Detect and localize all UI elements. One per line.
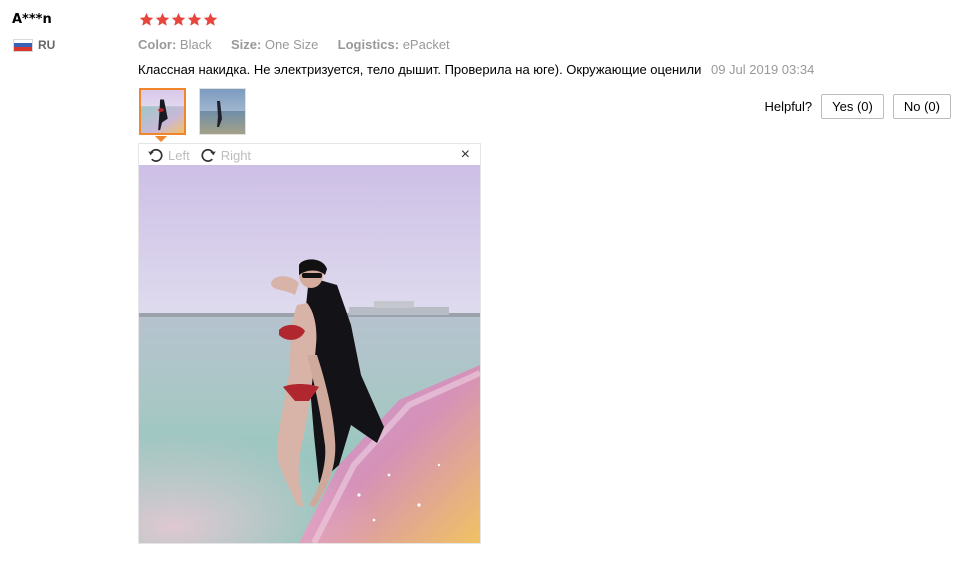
- color-value: Black: [179, 37, 212, 52]
- helpful-yes-button[interactable]: Yes (0): [821, 94, 884, 119]
- close-icon[interactable]: ×: [461, 146, 470, 164]
- rotate-left-button[interactable]: Left: [147, 147, 190, 164]
- logistics-key: Logistics:: [337, 37, 400, 52]
- size-key: Size:: [230, 37, 262, 52]
- review-photo-image: [139, 165, 480, 543]
- star-icon: [203, 12, 218, 26]
- helpful-vote: Helpful? Yes (0) No (0): [764, 94, 951, 119]
- review-photo-thumbnail-2[interactable]: [199, 88, 246, 135]
- russia-flag-icon: [13, 38, 33, 52]
- size-value: One Size: [264, 37, 319, 52]
- order-attributes: Color: Black Size: One Size Logistics: e…: [138, 37, 450, 52]
- rotate-right-label: Right: [220, 147, 252, 163]
- star-icon: [139, 12, 154, 26]
- review-text: Классная накидка. Не электризуется, тело…: [138, 62, 702, 77]
- star-icon: [155, 12, 170, 26]
- photo-viewer: Left Right ×: [138, 143, 481, 544]
- review-photo-thumbnail-1[interactable]: [139, 88, 186, 135]
- rotate-right-button[interactable]: Right: [200, 147, 251, 164]
- rotate-right-icon: [201, 148, 216, 162]
- photo-thumbnail-1-image: [141, 90, 184, 133]
- helpful-no-button[interactable]: No (0): [892, 94, 951, 119]
- review-body: Классная накидка. Не электризуется, тело…: [138, 62, 814, 77]
- reviewer-name: A***n: [12, 12, 52, 27]
- star-icon: [187, 12, 202, 26]
- country-code: RU: [38, 38, 56, 52]
- rotate-left-icon: [148, 148, 163, 162]
- review-date: 09 Jul 2019 03:34: [710, 62, 815, 77]
- logistics-value: ePacket: [402, 37, 450, 52]
- photo-thumbnail-2-image: [200, 89, 245, 134]
- helpful-label: Helpful?: [764, 99, 813, 114]
- selected-thumbnail-caret: [155, 136, 167, 142]
- review-photo-large: [139, 165, 480, 543]
- photo-viewer-toolbar: Left Right ×: [139, 144, 480, 166]
- color-key: Color:: [138, 37, 177, 52]
- reviewer-country: RU: [13, 38, 55, 52]
- rotate-left-label: Left: [168, 147, 190, 163]
- star-rating: [139, 12, 218, 27]
- star-icon: [171, 12, 186, 26]
